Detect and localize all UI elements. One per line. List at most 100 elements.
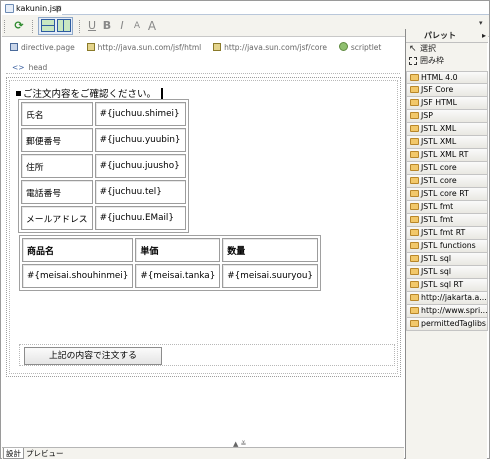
palette-drawer[interactable]: JSTL core RT (406, 188, 488, 201)
table-row: 電話番号 #{juchuu.tel} (21, 180, 186, 204)
select-tool[interactable]: ↖ 選択 (406, 43, 488, 55)
folder-icon (410, 242, 419, 249)
palette-drawer[interactable]: JSP (406, 110, 488, 123)
palette-drawer[interactable]: permittedTaglibs (406, 318, 488, 331)
taglib-item[interactable]: http://java.sun.com/jsf/core (213, 41, 327, 55)
table-cell[interactable]: #{meisai.tanka} (135, 264, 221, 288)
palette-drawer[interactable]: JSTL XML RT (406, 149, 488, 162)
table-cell-value[interactable]: #{juchuu.EMail} (94, 206, 186, 230)
palette-drawer[interactable]: JSTL fmt (406, 214, 488, 227)
confirm-heading: ご注文内容をご確認ください。 (16, 86, 164, 100)
folder-icon (410, 307, 419, 314)
head-section[interactable]: <> head (6, 61, 400, 74)
toolbar-separator (32, 20, 35, 33)
folder-icon (410, 86, 419, 93)
table-cell-label[interactable]: 電話番号 (21, 180, 93, 204)
palette-drawer[interactable]: http://www.spri... (406, 305, 488, 318)
table-cell-label[interactable]: 氏名 (21, 102, 93, 126)
button-container[interactable]: 上記の内容で注文する (19, 344, 395, 366)
table-cell-label[interactable]: メールアドレス (21, 206, 93, 230)
table-row: 住所 #{juchuu.juusho} (21, 154, 186, 178)
table-row: メールアドレス #{juchuu.EMail} (21, 206, 186, 230)
tab-design[interactable]: 設計 (3, 448, 24, 459)
editor-window: kakunin.jsp ⊠ ⟳ U B I A A directive.page… (0, 0, 490, 459)
folder-icon (410, 151, 419, 158)
palette-drawer[interactable]: JSTL sql RT (406, 279, 488, 292)
order-detail-table[interactable]: 商品名 単価 数量 #{meisai.shouhinmei} #{meisai.… (19, 235, 322, 291)
palette-drawer[interactable]: JSTL fmt RT (406, 227, 488, 240)
font-smaller-button[interactable]: A (129, 18, 145, 34)
taglib-item[interactable]: directive.page (10, 41, 75, 55)
table-cell[interactable]: #{meisai.suuryou} (222, 264, 319, 288)
palette-drawer[interactable]: HTML 4.0 (406, 71, 488, 84)
column-header[interactable]: 数量 (222, 238, 319, 262)
taglib-item[interactable]: http://java.sun.com/jsf/html (86, 41, 201, 55)
folder-icon (410, 216, 419, 223)
folder-icon (410, 255, 419, 262)
head-label: head (28, 63, 48, 72)
jsp-file-icon (5, 4, 14, 13)
folder-icon (410, 112, 419, 119)
palette-drawer[interactable]: JSTL XML (406, 136, 488, 149)
refresh-icon[interactable]: ⟳ (11, 18, 27, 34)
form-container[interactable]: ご注文内容をご確認ください。 氏名 #{juchuu.shimei} 郵便番号 … (6, 77, 401, 377)
toolbar-separator (79, 20, 82, 33)
body-container[interactable]: ご注文内容をご確認ください。 氏名 #{juchuu.shimei} 郵便番号 … (9, 80, 398, 374)
table-cell[interactable]: #{meisai.shouhinmei} (22, 264, 134, 288)
folder-icon (410, 229, 419, 236)
directive-icon (10, 43, 18, 51)
scriptlet-icon (338, 42, 348, 51)
bold-button[interactable]: B (99, 18, 115, 34)
marquee-tool[interactable]: 囲み枠 (406, 55, 488, 67)
tab-close-icon[interactable]: ⊠ (55, 2, 62, 15)
marquee-icon (409, 57, 417, 65)
table-cell-value[interactable]: #{juchuu.shimei} (94, 102, 186, 126)
palette-drawer[interactable]: http://jakarta.a... (406, 292, 488, 305)
expand-arrows-icon[interactable]: <> (12, 63, 25, 72)
italic-button[interactable]: I (114, 18, 130, 34)
table-cell-value[interactable]: #{juchuu.juusho} (94, 154, 186, 178)
folder-icon (410, 268, 419, 275)
palette-panel: パレット ▸ ↖ 選択 囲み枠 HTML 4.0 JSF Core JSF HT… (405, 29, 488, 459)
table-cell-value[interactable]: #{juchuu.yuubin} (94, 128, 186, 152)
design-canvas[interactable]: directive.page http://java.sun.com/jsf/h… (2, 37, 404, 439)
palette-header[interactable]: パレット ▸ (406, 29, 488, 43)
editor-tab-kakunin[interactable]: kakunin.jsp ⊠ (2, 2, 62, 15)
folder-icon (410, 99, 419, 106)
table-cell-value[interactable]: #{juchuu.tel} (94, 180, 186, 204)
bottom-tab-bar: 設計 プレビュー (2, 447, 404, 459)
palette-drawer[interactable]: JSF Core (406, 84, 488, 97)
taglib-item[interactable]: scriptlet (338, 41, 381, 55)
folder-icon (410, 177, 419, 184)
palette-drawer[interactable]: JSF HTML (406, 97, 488, 110)
column-header[interactable]: 商品名 (22, 238, 134, 262)
palette-drawer[interactable]: JSTL fmt (406, 201, 488, 214)
submit-order-button[interactable]: 上記の内容で注文する (24, 347, 162, 365)
pointer-arrow-icon: ↖ (409, 44, 417, 54)
palette-drawer[interactable]: JSTL sql (406, 253, 488, 266)
view-menu-icon[interactable]: ▾ (479, 19, 483, 27)
layout-vertical-icon[interactable] (57, 19, 71, 32)
toolbar-grip (4, 20, 7, 33)
folder-icon (410, 190, 419, 197)
table-row: #{meisai.shouhinmei} #{meisai.tanka} #{m… (22, 264, 319, 288)
customer-table[interactable]: 氏名 #{juchuu.shimei} 郵便番号 #{juchuu.yuubin… (18, 99, 189, 233)
folder-icon (410, 320, 419, 327)
folder-icon (410, 281, 419, 288)
palette-drawer[interactable]: JSTL functions (406, 240, 488, 253)
column-header[interactable]: 単価 (135, 238, 221, 262)
tab-preview[interactable]: プレビュー (24, 448, 66, 459)
layout-horizontal-icon[interactable] (41, 19, 55, 32)
table-row: 氏名 #{juchuu.shimei} (21, 102, 186, 126)
taglib-icon (213, 43, 222, 51)
palette-drawer[interactable]: JSTL core (406, 175, 488, 188)
folder-icon (410, 164, 419, 171)
table-cell-label[interactable]: 郵便番号 (21, 128, 93, 152)
table-cell-label[interactable]: 住所 (21, 154, 93, 178)
palette-drawer[interactable]: JSTL core (406, 162, 488, 175)
underline-button[interactable]: U (84, 18, 100, 34)
palette-drawer[interactable]: JSTL sql (406, 266, 488, 279)
font-larger-button[interactable]: A (144, 18, 160, 34)
palette-drawer[interactable]: JSTL XML (406, 123, 488, 136)
palette-collapse-icon[interactable]: ▸ (482, 29, 486, 43)
